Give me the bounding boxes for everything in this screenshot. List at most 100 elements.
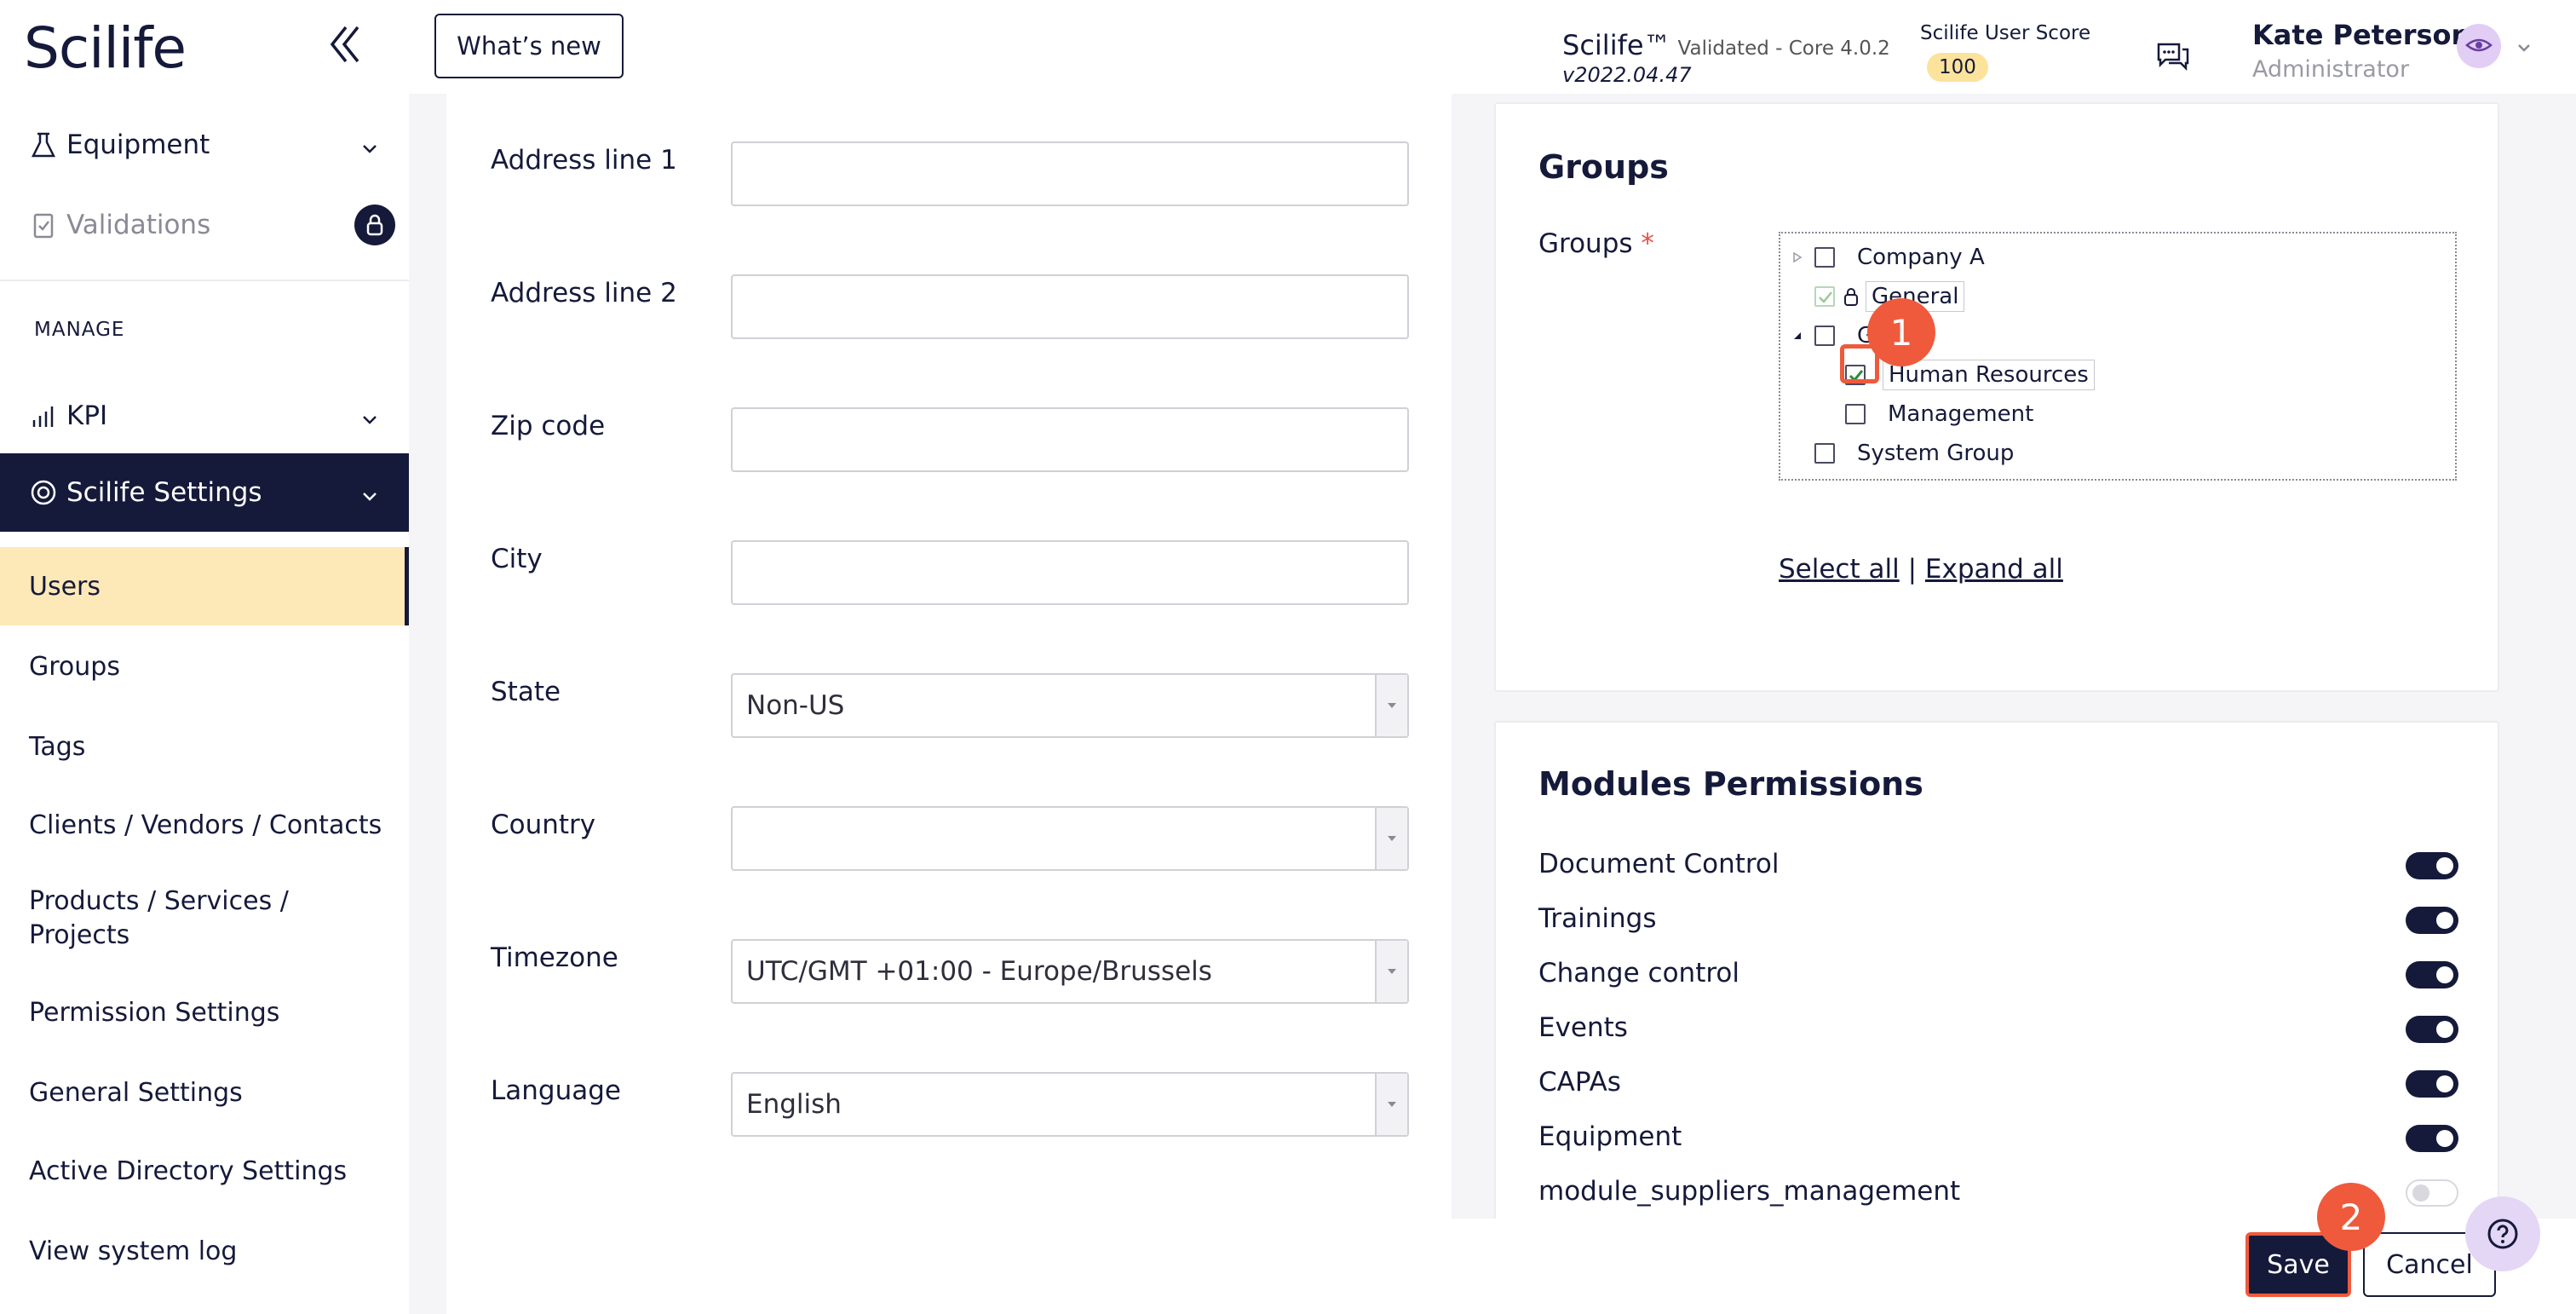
sidebar-item-products-services-projects[interactable]: Products / Services / Projects bbox=[0, 871, 409, 965]
dropdown-arrow-icon[interactable] bbox=[1375, 808, 1407, 869]
sidebar-item-tags[interactable]: Tags bbox=[0, 707, 409, 786]
modules-permissions-panel: Modules Permissions Document Control Tra… bbox=[1494, 721, 2499, 1224]
score-label: Scilife User Score bbox=[1920, 22, 2091, 44]
sidebar-item-label: Validations bbox=[66, 210, 211, 240]
language-label: Language bbox=[491, 1075, 621, 1106]
section-label-manage: MANAGE bbox=[34, 319, 125, 341]
sidebar-item-label: Projects bbox=[29, 920, 130, 950]
dropdown-arrow-icon[interactable] bbox=[1375, 1074, 1407, 1135]
address-line-1-input[interactable] bbox=[731, 141, 1409, 206]
step-1-marker: 1 bbox=[1867, 298, 1935, 366]
permission-toggle[interactable] bbox=[2406, 961, 2458, 988]
sidebar-item-label: Scilife Settings bbox=[66, 477, 262, 508]
tree-actions: Select all | Expand all bbox=[1779, 554, 2063, 585]
user-info[interactable]: Kate Peterson Administrator bbox=[2252, 19, 2470, 83]
required-mark: * bbox=[1641, 228, 1654, 259]
country-label: Country bbox=[491, 810, 596, 840]
groups-panel-title: Groups bbox=[1538, 148, 1669, 186]
sidebar-item-clients-vendors-contacts[interactable]: Clients / Vendors / Contacts bbox=[0, 786, 409, 864]
checkbox[interactable] bbox=[1814, 443, 1835, 464]
address-line-2-label: Address line 2 bbox=[491, 278, 677, 308]
country-select[interactable] bbox=[731, 806, 1409, 871]
language-select[interactable]: English bbox=[731, 1072, 1409, 1137]
tree-node-label: Management bbox=[1888, 401, 2034, 427]
city-input[interactable] bbox=[731, 540, 1409, 605]
state-select[interactable]: Non-US bbox=[731, 673, 1409, 738]
sidebar-item-kpi[interactable]: KPI bbox=[0, 377, 409, 455]
sidebar-item-groups[interactable]: Groups bbox=[0, 627, 409, 706]
expand-all-link[interactable]: Expand all bbox=[1925, 554, 2063, 585]
timezone-select[interactable]: UTC/GMT +01:00 - Europe/Brussels bbox=[731, 939, 1409, 1004]
chevron-down-icon bbox=[359, 135, 380, 155]
permission-toggle[interactable] bbox=[2406, 907, 2458, 934]
zip-code-input[interactable] bbox=[731, 407, 1409, 472]
user-role: Administrator bbox=[2252, 56, 2410, 83]
permission-equipment: Equipment bbox=[1538, 1113, 2458, 1161]
link-separator: | bbox=[1907, 554, 1918, 585]
select-all-link[interactable]: Select all bbox=[1779, 554, 1900, 585]
groups-label-text: Groups bbox=[1538, 228, 1633, 259]
address-line-1-label: Address line 1 bbox=[491, 145, 677, 176]
permission-label: Document Control bbox=[1538, 849, 1780, 879]
sidebar-item-equipment[interactable]: Equipment bbox=[0, 106, 409, 184]
checkbox[interactable] bbox=[1814, 247, 1835, 268]
tree-node-label: Human Resources bbox=[1883, 360, 2095, 390]
tree-node-company-a[interactable]: Company A bbox=[1792, 240, 1990, 274]
user-score: Scilife User Score 100 bbox=[1920, 22, 2090, 82]
permission-label: Events bbox=[1538, 1012, 1628, 1043]
sidebar-item-general-settings[interactable]: General Settings bbox=[0, 1053, 409, 1132]
collapse-sidebar-icon[interactable] bbox=[324, 20, 366, 68]
user-name: Kate Peterson bbox=[2252, 19, 2471, 51]
tree-node-label: System Group bbox=[1857, 441, 2015, 466]
bar-chart-icon bbox=[29, 401, 58, 430]
address-line-2-input[interactable] bbox=[731, 274, 1409, 339]
checkbox-checked-disabled bbox=[1814, 286, 1835, 307]
permission-toggle[interactable] bbox=[2406, 852, 2458, 879]
permission-toggle[interactable] bbox=[2406, 1070, 2458, 1098]
permission-toggle[interactable] bbox=[2406, 1179, 2458, 1207]
clipboard-check-icon bbox=[29, 210, 58, 239]
lock-icon bbox=[354, 205, 395, 245]
score-badge: 100 bbox=[1927, 53, 1988, 82]
permission-capas: CAPAs bbox=[1538, 1058, 2458, 1106]
permission-toggle[interactable] bbox=[2406, 1125, 2458, 1152]
language-value: English bbox=[746, 1089, 842, 1120]
permission-label: Change control bbox=[1538, 958, 1739, 988]
state-value: Non-US bbox=[746, 690, 845, 721]
help-icon[interactable] bbox=[2465, 1196, 2540, 1271]
timezone-label: Timezone bbox=[491, 942, 618, 973]
tree-node-management[interactable]: Management bbox=[1845, 397, 2038, 431]
avatar[interactable] bbox=[2457, 24, 2501, 68]
tree-node-label: Company A bbox=[1857, 245, 1985, 270]
sidebar-item-view-system-log[interactable]: View system log bbox=[0, 1212, 409, 1290]
dropdown-arrow-icon[interactable] bbox=[1375, 941, 1407, 1002]
sidebar-item-label: Products / Services / bbox=[29, 886, 289, 916]
sidebar-divider bbox=[0, 280, 409, 281]
collapse-triangle-icon[interactable] bbox=[1792, 331, 1806, 341]
checkbox[interactable] bbox=[1845, 404, 1866, 424]
permission-label: Trainings bbox=[1538, 903, 1657, 934]
chat-icon[interactable] bbox=[2153, 39, 2193, 77]
tree-node-human-resources[interactable]: Human Resources bbox=[1845, 358, 2095, 392]
permission-toggle[interactable] bbox=[2406, 1016, 2458, 1043]
whats-new-button[interactable]: What’s new bbox=[434, 14, 624, 78]
sidebar: Scilife Equipment Validations MANAGE KPI bbox=[0, 0, 409, 1314]
lock-icon bbox=[1843, 286, 1859, 307]
tree-node-system-group[interactable]: System Group bbox=[1814, 436, 2019, 470]
chevron-down-icon[interactable] bbox=[2516, 41, 2532, 53]
expand-triangle-icon[interactable] bbox=[1792, 251, 1806, 263]
sidebar-item-scilife-settings[interactable]: Scilife Settings bbox=[0, 453, 409, 532]
permission-label: Equipment bbox=[1538, 1121, 1682, 1152]
checkbox[interactable] bbox=[1814, 326, 1835, 346]
settings-icon bbox=[29, 478, 58, 507]
chevron-down-icon bbox=[359, 406, 380, 426]
sidebar-item-validations[interactable]: Validations bbox=[0, 186, 409, 264]
sidebar-item-active-directory-settings[interactable]: Active Directory Settings bbox=[0, 1132, 409, 1210]
dropdown-arrow-icon[interactable] bbox=[1375, 675, 1407, 736]
permission-events: Events bbox=[1538, 1004, 2458, 1052]
sidebar-item-users[interactable]: Users bbox=[0, 547, 409, 625]
state-label: State bbox=[491, 677, 561, 707]
chevron-down-icon bbox=[359, 482, 380, 503]
permission-change-control: Change control bbox=[1538, 949, 2458, 997]
sidebar-item-permission-settings[interactable]: Permission Settings bbox=[0, 973, 409, 1052]
